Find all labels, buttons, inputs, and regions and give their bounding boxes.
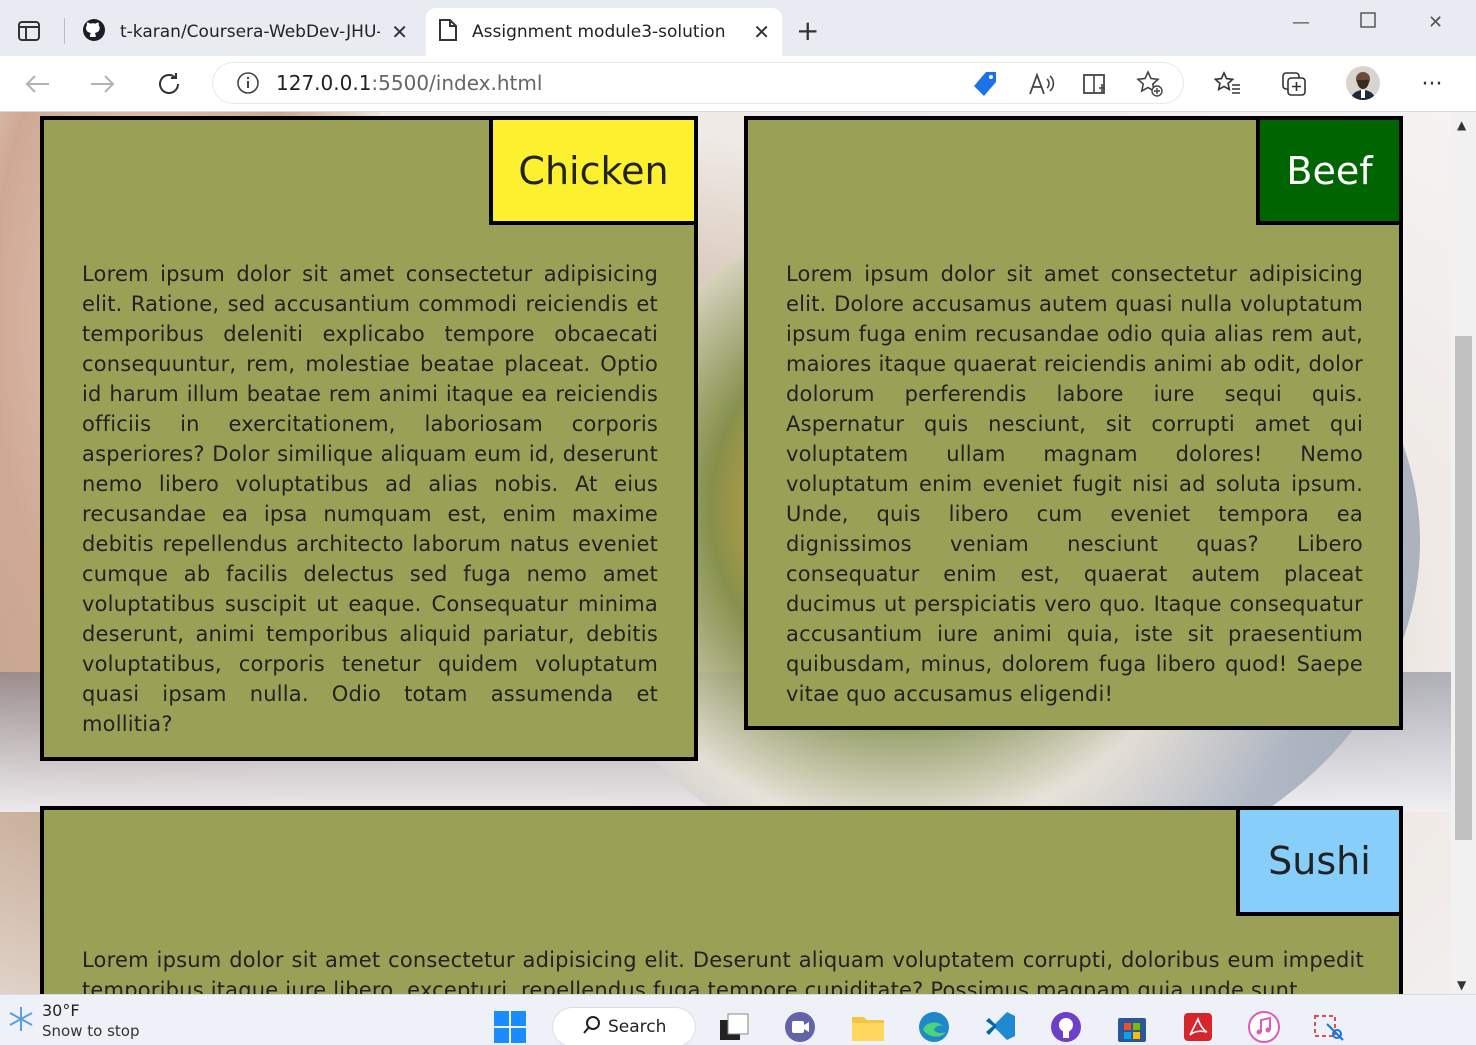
profile-avatar[interactable]	[1346, 66, 1380, 100]
search-label: Search	[608, 1017, 667, 1037]
url-path: :5500/index.html	[371, 71, 543, 95]
tab-github[interactable]: t-karan/Coursera-WebDev-JHU-A ✕	[70, 8, 420, 56]
tab-separator	[64, 18, 65, 44]
windows-taskbar: 30°F Snow to stop Search	[0, 994, 1476, 1045]
search-icon	[582, 1015, 602, 1040]
favorites-icon[interactable]	[1214, 70, 1242, 98]
tab-assignment[interactable]: Assignment module3-solution ✕	[426, 8, 782, 56]
immersive-reader-icon[interactable]	[1082, 70, 1110, 98]
weather-temp: 30°F	[42, 1001, 80, 1020]
collections-icon[interactable]	[1280, 70, 1308, 98]
scroll-thumb[interactable]	[1455, 336, 1472, 840]
github-icon	[82, 18, 106, 47]
section-label-sushi: Sushi	[1236, 806, 1403, 916]
site-info-icon[interactable]	[236, 71, 260, 95]
vscode-icon[interactable]	[982, 1009, 1018, 1045]
add-favorite-icon[interactable]	[1136, 70, 1164, 98]
tab-title: Assignment module3-solution	[472, 22, 726, 42]
back-icon[interactable]	[24, 70, 52, 98]
section-label-chicken: Chicken	[489, 116, 698, 225]
tab-strip: t-karan/Coursera-WebDev-JHU-A ✕ Assignme…	[0, 0, 1476, 56]
browser-toolbar: 127.0.0.1:5500/index.html ···	[0, 56, 1476, 112]
page-viewport: Chicken Lorem ipsum dolor sit amet conse…	[0, 112, 1451, 994]
section-sushi: Sushi Lorem ipsum dolor sit amet consect…	[40, 806, 1403, 994]
coupon-tag-icon[interactable]	[972, 70, 1000, 98]
close-window-icon[interactable]: ✕	[1428, 12, 1443, 33]
weather-widget[interactable]: 30°F Snow to stop	[8, 1001, 139, 1041]
file-explorer-icon[interactable]	[850, 1009, 886, 1045]
teams-chat-icon[interactable]	[782, 1009, 818, 1045]
acrobat-icon[interactable]	[1180, 1009, 1216, 1045]
section-chicken: Chicken Lorem ipsum dolor sit amet conse…	[40, 116, 698, 761]
section-text-chicken: Lorem ipsum dolor sit amet consectetur a…	[82, 262, 658, 736]
minimize-icon[interactable]: —	[1292, 12, 1310, 33]
github-desktop-icon[interactable]	[1048, 1009, 1084, 1045]
read-aloud-icon[interactable]	[1028, 70, 1056, 98]
maximize-icon[interactable]	[1360, 12, 1376, 33]
itunes-icon[interactable]	[1246, 1009, 1282, 1045]
weather-desc: Snow to stop	[42, 1022, 140, 1040]
task-view-icon[interactable]	[716, 1009, 752, 1045]
url-text: 127.0.0.1:5500/index.html	[276, 71, 542, 95]
close-tab-icon[interactable]: ✕	[391, 20, 408, 44]
section-label-beef: Beef	[1256, 116, 1403, 225]
scroll-up-icon[interactable]: ▲	[1457, 118, 1466, 132]
taskbar-search[interactable]: Search	[552, 1007, 696, 1045]
section-text-beef: Lorem ipsum dolor sit amet consectetur a…	[786, 262, 1363, 706]
windows-start-icon[interactable]	[492, 1009, 528, 1045]
snowflake-icon	[8, 1001, 34, 1041]
more-options-icon[interactable]: ···	[1418, 70, 1446, 98]
tab-actions-icon[interactable]	[14, 16, 44, 46]
forward-icon[interactable]	[88, 70, 116, 98]
page-icon	[438, 18, 458, 47]
edge-browser-icon[interactable]	[916, 1009, 952, 1045]
url-host: 127.0.0.1	[276, 71, 372, 95]
scroll-down-icon[interactable]: ▼	[1457, 978, 1466, 992]
refresh-icon[interactable]	[155, 70, 183, 98]
snipping-tool-icon[interactable]	[1312, 1009, 1348, 1045]
section-beef: Beef Lorem ipsum dolor sit amet consecte…	[744, 116, 1403, 730]
tab-title: t-karan/Coursera-WebDev-JHU-A	[120, 22, 380, 42]
new-tab-icon[interactable]: +	[796, 16, 819, 46]
section-text-sushi: Lorem ipsum dolor sit amet consectetur a…	[82, 948, 1364, 994]
page-scrollbar[interactable]: ▲ ▼	[1451, 112, 1476, 994]
address-bar[interactable]: 127.0.0.1:5500/index.html	[212, 62, 1184, 104]
close-tab-icon[interactable]: ✕	[753, 20, 770, 44]
microsoft-store-icon[interactable]	[1114, 1009, 1150, 1045]
